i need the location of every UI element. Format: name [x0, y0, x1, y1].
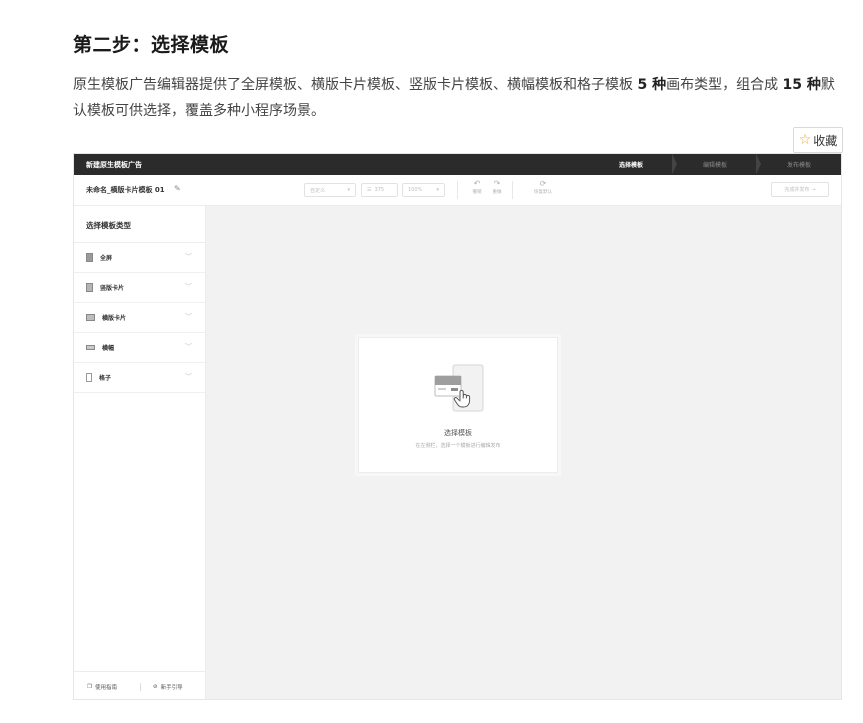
undo-label: 撤销 — [472, 190, 482, 195]
grid-icon — [86, 373, 92, 382]
width-icon: ☰ — [367, 187, 372, 193]
document-name: 未命名_横版卡片模板 01 — [86, 186, 165, 194]
section-title: 第二步：选择模板 — [73, 34, 230, 56]
width-value: 375 — [374, 187, 385, 193]
step-edit-template[interactable]: 编辑模板 — [673, 154, 761, 175]
step-publish-template[interactable]: 发布模板 — [757, 154, 841, 175]
reset-button[interactable]: ⟳ 恢复默认 — [528, 179, 558, 197]
app-title: 新建原生模板广告 — [86, 160, 142, 169]
description-count-templates: 15 种 — [782, 77, 821, 93]
fullscreen-icon — [86, 253, 93, 262]
reset-label: 恢复默认 — [534, 190, 552, 195]
reset-icon: ⟳ — [539, 179, 547, 188]
editor-canvas: 选择模板 在左侧栏，选择一个模板进行编辑发布 — [206, 206, 841, 699]
sidebar-item-horizontal-card[interactable]: 横版卡片 ﹀ — [74, 303, 205, 333]
pencil-icon[interactable]: ✎ — [174, 184, 181, 193]
toolbar-divider — [457, 181, 458, 199]
description-count-canvas: 5 种 — [637, 77, 667, 93]
guide-label: 使用指南 — [94, 685, 117, 691]
step-progress: 选择模板 编辑模板 发布模板 — [589, 154, 841, 175]
onboarding-label: 新手引导 — [160, 685, 183, 691]
empty-state-card: 选择模板 在左侧栏，选择一个模板进行编辑发布 — [358, 337, 558, 473]
sidebar-item-banner[interactable]: 横幅 ﹀ — [74, 333, 205, 363]
redo-button[interactable]: ↷ 重做 — [486, 179, 508, 197]
undo-button[interactable]: ↶ 撤销 — [466, 179, 488, 197]
step-label: 发布模板 — [786, 162, 811, 169]
size-select-value: 自定义 — [310, 187, 326, 194]
toolbar-divider — [512, 181, 513, 199]
vertical-card-icon — [86, 283, 93, 292]
zoom-select[interactable]: 100% ▾ — [402, 183, 445, 197]
width-input[interactable]: ☰ 375 — [361, 183, 398, 197]
section-description: 原生模板广告编辑器提供了全屏模板、横版卡片模板、竖版卡片模板、横幅模板和格子模板… — [73, 72, 843, 124]
editor-screenshot: 新建原生模板广告 选择模板 编辑模板 发布模板 未命名_横版卡片模板 01 ✎ … — [73, 153, 842, 700]
redo-label: 重做 — [492, 190, 502, 195]
redo-icon: ↷ — [493, 179, 501, 188]
banner-icon — [86, 345, 95, 350]
onboarding-link[interactable]: ⊘ 新手引导 — [153, 683, 183, 691]
publish-label: 完成并发布 — [784, 187, 810, 193]
chevron-down-icon: ﹀ — [185, 343, 192, 351]
sidebar-heading: 选择模板类型 — [74, 206, 205, 243]
size-select[interactable]: 自定义 ▾ — [304, 183, 356, 197]
sidebar-item-vertical-card[interactable]: 竖版卡片 ﹀ — [74, 273, 205, 303]
template-type-sidebar: 选择模板类型 全屏 ﹀ 竖版卡片 ﹀ 横版卡片 ﹀ 横幅 ﹀ 格子 ﹀ ❐ 使用指… — [74, 206, 206, 699]
sidebar-item-label: 格子 — [99, 375, 112, 382]
empty-state-title: 选择模板 — [444, 429, 472, 437]
arrow-right-icon: → — [811, 186, 816, 193]
step-select-template[interactable]: 选择模板 — [589, 154, 677, 175]
description-text: 画布类型，组合成 — [666, 77, 783, 93]
horizontal-card-icon — [86, 314, 95, 321]
publish-button[interactable]: 完成并发布 → — [771, 182, 829, 197]
sidebar-footer: ❐ 使用指南 ⊘ 新手引导 — [74, 671, 205, 699]
sidebar-item-label: 横版卡片 — [102, 315, 127, 322]
compass-icon: ⊘ — [153, 684, 158, 690]
step-label: 选择模板 — [618, 162, 643, 169]
favorite-button[interactable]: ☆ 收藏 — [793, 127, 843, 153]
zoom-value: 100% — [408, 187, 423, 193]
guide-icon: ❐ — [87, 684, 92, 690]
description-text: 原生模板广告编辑器提供了全屏模板、横版卡片模板、竖版卡片模板、横幅模板和格子模板 — [73, 77, 638, 93]
guide-link[interactable]: ❐ 使用指南 — [87, 683, 117, 691]
undo-icon: ↶ — [473, 179, 481, 188]
sidebar-item-label: 横幅 — [102, 345, 115, 352]
step-label: 编辑模板 — [702, 162, 727, 169]
empty-state-subtitle: 在左侧栏，选择一个模板进行编辑发布 — [415, 443, 501, 449]
chevron-down-icon: ﹀ — [185, 373, 192, 381]
chevron-down-icon: ﹀ — [185, 253, 192, 261]
favorite-label: 收藏 — [813, 133, 838, 148]
sidebar-item-grid[interactable]: 格子 ﹀ — [74, 363, 205, 393]
sidebar-item-label: 全屏 — [100, 255, 113, 262]
sidebar-item-fullscreen[interactable]: 全屏 ﹀ — [74, 243, 205, 273]
chevron-down-icon: ﹀ — [185, 283, 192, 291]
editor-toolbar: 未命名_横版卡片模板 01 ✎ 自定义 ▾ ☰ 375 100% ▾ ↶ 撤销 ↷ 重做 … — [74, 175, 841, 206]
editor-topbar: 新建原生模板广告 选择模板 编辑模板 发布模板 — [74, 154, 841, 175]
star-icon: ☆ — [798, 132, 812, 148]
footer-divider — [140, 683, 141, 691]
chevron-down-icon: ▾ — [347, 187, 350, 193]
sidebar-item-label: 竖版卡片 — [100, 285, 125, 292]
select-template-illustration-icon — [434, 364, 484, 412]
chevron-down-icon: ▾ — [436, 187, 439, 193]
chevron-down-icon: ﹀ — [185, 313, 192, 321]
